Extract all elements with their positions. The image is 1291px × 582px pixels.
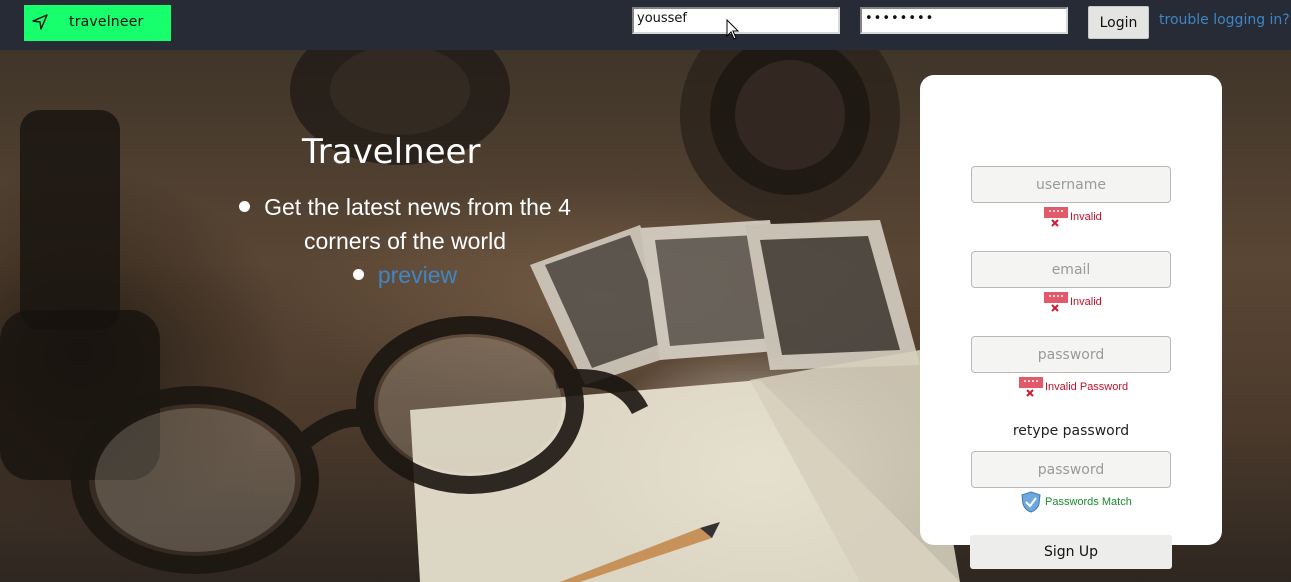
invalid-password-icon <box>1044 292 1068 312</box>
bullet-icon <box>352 269 364 280</box>
password-match-text: Passwords Match <box>1045 496 1132 508</box>
mouse-cursor-icon <box>726 19 740 40</box>
feature-list: Get the latest news from the 4 corners o… <box>220 190 590 292</box>
email-error: Invalid <box>1043 291 1102 313</box>
password-error: Invalid Password <box>1018 376 1128 398</box>
feature-item-preview: preview <box>220 258 590 292</box>
login-password-input[interactable]: •••••••• <box>860 7 1068 34</box>
brand-logo-button[interactable]: travelneer <box>24 5 171 41</box>
feature-item-news: Get the latest news from the 4 corners o… <box>220 190 590 258</box>
retype-password-label: retype password <box>1012 423 1130 439</box>
brand-name: travelneer <box>69 14 144 30</box>
email-error-text: Invalid <box>1070 296 1102 308</box>
signup-form: username Invalid email Invalid password … <box>920 75 1222 569</box>
navigation-arrow-icon <box>32 14 48 30</box>
password-match-status: Passwords Match <box>1018 491 1132 513</box>
signup-button[interactable]: Sign Up <box>970 535 1172 569</box>
login-button[interactable]: Login <box>1088 6 1149 39</box>
feature-text-news: Get the latest news from the 4 corners o… <box>264 194 571 254</box>
signup-retype-password-input[interactable]: password <box>971 451 1171 488</box>
preview-link[interactable]: preview <box>378 262 457 288</box>
invalid-password-icon <box>1019 377 1043 397</box>
signup-password-input[interactable]: password <box>971 336 1171 373</box>
invalid-password-icon <box>1044 207 1068 227</box>
top-navbar: travelneer youssef •••••••• Login troubl… <box>0 0 1291 50</box>
bullet-icon <box>239 201 251 212</box>
shield-check-icon <box>1021 491 1041 513</box>
username-error-text: Invalid <box>1070 211 1102 223</box>
signup-email-input[interactable]: email <box>971 251 1171 288</box>
username-error: Invalid <box>1043 206 1102 228</box>
password-error-text: Invalid Password <box>1045 381 1129 393</box>
hero-title: Travelneer <box>302 132 481 172</box>
signup-username-input[interactable]: username <box>971 166 1171 203</box>
trouble-logging-in-link[interactable]: trouble logging in? <box>1159 12 1290 28</box>
